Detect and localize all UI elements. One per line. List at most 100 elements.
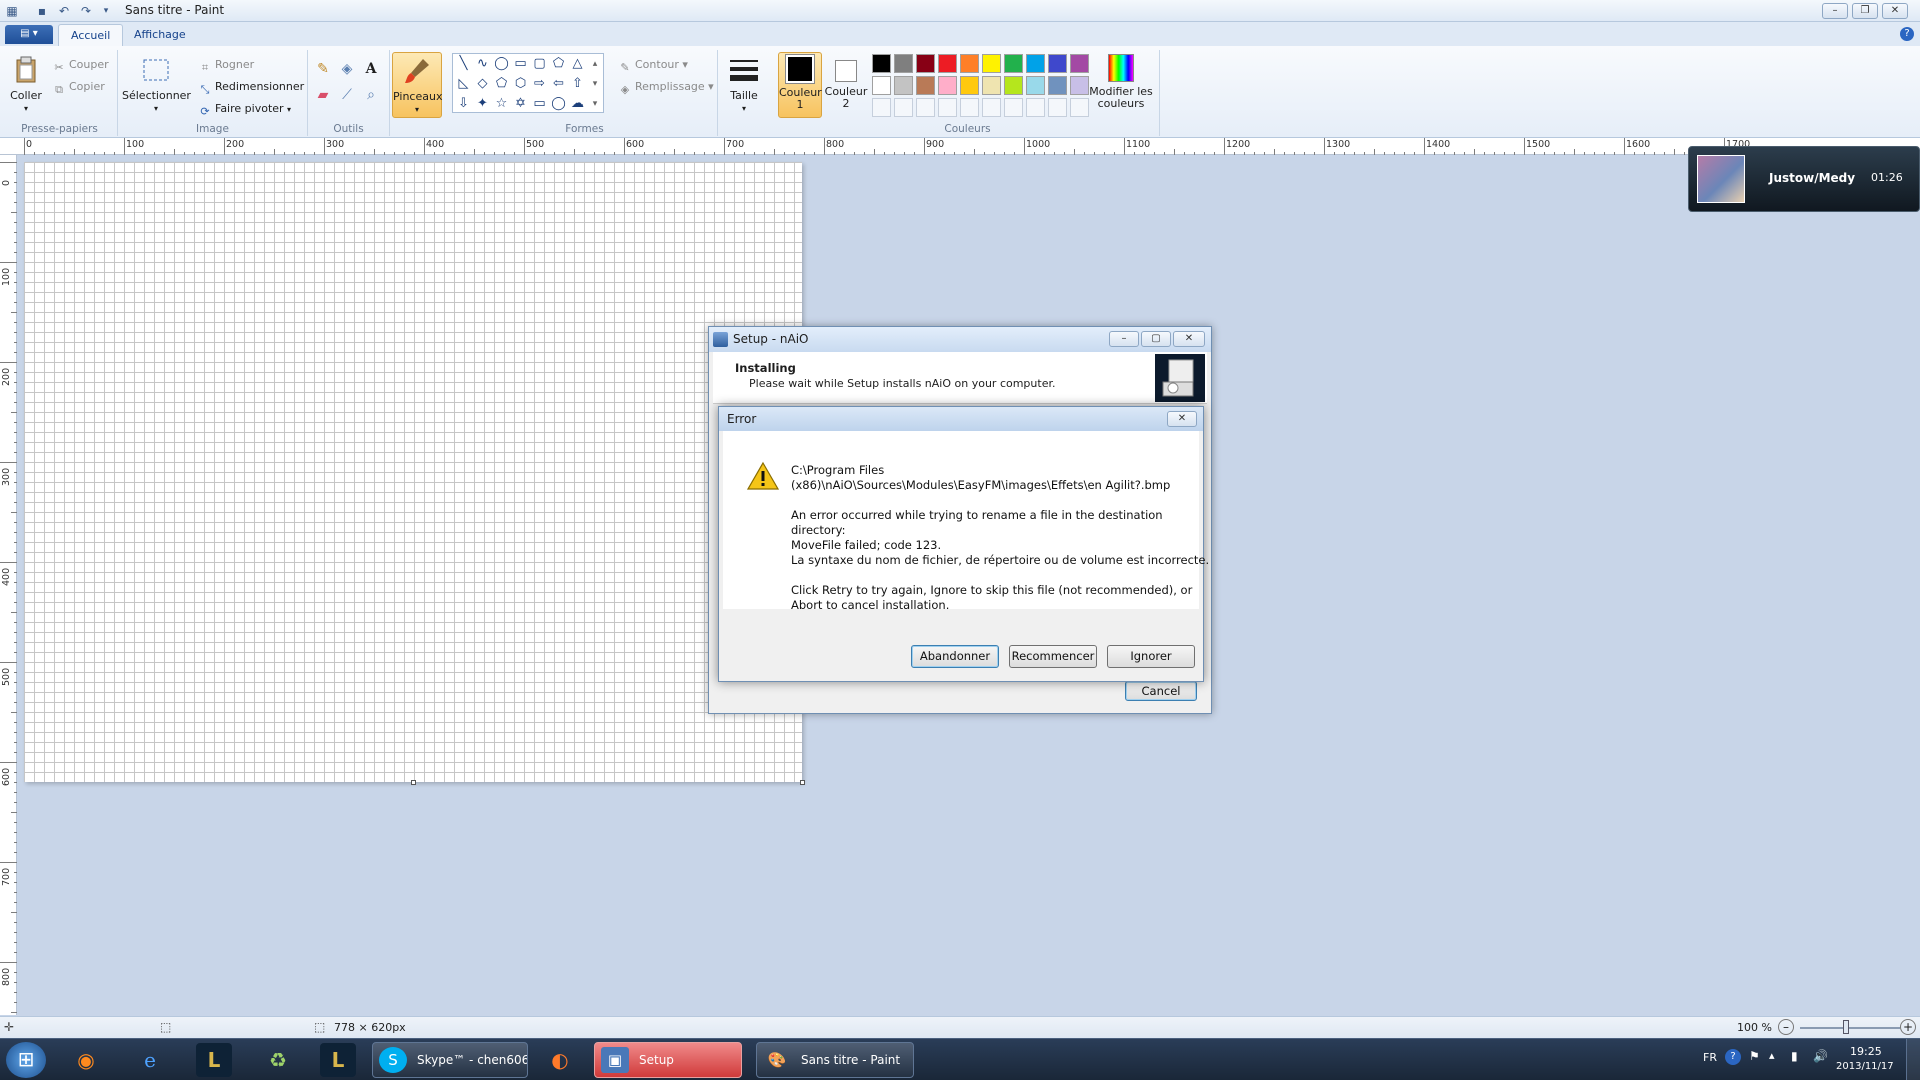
five-point-star-icon[interactable]: ☆ — [492, 94, 511, 114]
palette-color-swatch[interactable] — [894, 76, 913, 95]
palette-color-swatch[interactable] — [872, 54, 891, 73]
rounded-rectangle-shape-icon[interactable]: ▢ — [530, 54, 549, 74]
brushes-button[interactable]: Pinceaux ▾ — [392, 52, 442, 118]
custom-color-slot[interactable] — [1070, 98, 1089, 117]
pencil-icon[interactable]: ✎ — [312, 58, 334, 80]
zoom-in-button[interactable]: + — [1900, 1019, 1916, 1035]
custom-color-slot[interactable] — [872, 98, 891, 117]
oval-shape-icon[interactable]: ◯ — [492, 54, 511, 74]
clock-date[interactable]: 2013/11/17 — [1836, 1061, 1894, 1072]
palette-color-swatch[interactable] — [982, 54, 1001, 73]
outline-button[interactable]: ✎ Contour ▾ — [618, 58, 688, 75]
palette-color-swatch[interactable] — [938, 54, 957, 73]
help-icon[interactable]: ? — [1900, 27, 1914, 41]
palette-color-swatch[interactable] — [1004, 76, 1023, 95]
down-arrow-shape-icon[interactable]: ⇩ — [454, 94, 473, 114]
fill-bucket-icon[interactable]: ◈ — [336, 58, 358, 80]
tray-expand-icon[interactable]: ▴ — [1769, 1049, 1775, 1062]
palette-color-swatch[interactable] — [1070, 76, 1089, 95]
crop-button[interactable]: ⌗ Rogner — [198, 58, 254, 75]
redo-icon[interactable]: ↷ — [78, 3, 94, 19]
polygon-shape-icon[interactable]: ⬠ — [549, 54, 568, 74]
music-notification[interactable]: Justow/Medy 01:26 — [1688, 146, 1920, 212]
taskbar-skype[interactable]: S Skype™ - chen606... — [372, 1042, 528, 1078]
resize-handle-corner[interactable] — [800, 780, 805, 785]
league-client-icon[interactable]: L — [320, 1043, 356, 1077]
restore-button[interactable]: ❐ — [1852, 3, 1878, 19]
firefox-icon[interactable]: ◉ — [68, 1043, 104, 1077]
setup-cancel-button[interactable]: Cancel — [1125, 681, 1197, 701]
color1-button[interactable]: Couleur 1 — [778, 52, 822, 118]
minimize-button[interactable]: – — [1822, 3, 1848, 19]
quick-access-dropdown-icon[interactable]: ▾ — [98, 3, 114, 19]
internet-explorer-icon[interactable]: e — [132, 1043, 168, 1077]
abort-button[interactable]: Abandonner — [911, 645, 999, 668]
volume-icon[interactable]: 🔊 — [1813, 1049, 1828, 1063]
resize-handle-bottom[interactable] — [411, 780, 416, 785]
magnifier-icon[interactable]: ⌕ — [360, 84, 382, 106]
palette-color-swatch[interactable] — [1070, 54, 1089, 73]
fill-button[interactable]: ◈ Remplissage ▾ — [618, 80, 714, 97]
hexagon-shape-icon[interactable]: ⬡ — [511, 74, 530, 94]
palette-color-swatch[interactable] — [938, 76, 957, 95]
curve-shape-icon[interactable]: ∿ — [473, 54, 492, 74]
edit-colors-button[interactable]: Modifier les couleurs — [1088, 54, 1154, 110]
start-button[interactable]: ⊞ — [6, 1042, 46, 1078]
zoom-slider-thumb[interactable] — [1843, 1020, 1849, 1034]
retry-button[interactable]: Recommencer — [1009, 645, 1097, 668]
palette-color-swatch[interactable] — [894, 54, 913, 73]
select-button[interactable]: Sélectionner ▾ — [122, 54, 191, 115]
custom-color-slot[interactable] — [982, 98, 1001, 117]
setup-close-button[interactable]: ✕ — [1173, 331, 1205, 347]
shapes-scroll-up-icon[interactable]: ▴ — [587, 54, 603, 74]
palette-color-swatch[interactable] — [872, 76, 891, 95]
error-close-button[interactable]: ✕ — [1167, 411, 1197, 427]
shapes-scroll-down-icon[interactable]: ▾ — [587, 74, 603, 94]
tray-flag-icon[interactable]: ⚑ — [1749, 1049, 1760, 1063]
palette-color-swatch[interactable] — [1048, 76, 1067, 95]
league-launcher-icon[interactable]: L — [196, 1043, 232, 1077]
custom-color-slot[interactable] — [1048, 98, 1067, 117]
cut-button[interactable]: ✂ Couper — [52, 58, 108, 75]
recycle-utility-icon[interactable]: ♻ — [260, 1043, 296, 1077]
palette-color-swatch[interactable] — [960, 54, 979, 73]
right-triangle-shape-icon[interactable]: ◺ — [454, 74, 473, 94]
up-arrow-shape-icon[interactable]: ⇧ — [568, 74, 587, 94]
oval-callout-icon[interactable]: ◯ — [549, 94, 568, 114]
custom-color-slot[interactable] — [916, 98, 935, 117]
resize-button[interactable]: ⤡ Redimensionner — [198, 80, 305, 97]
network-icon[interactable]: ▮ — [1791, 1049, 1798, 1063]
diamond-shape-icon[interactable]: ◇ — [473, 74, 492, 94]
copy-button[interactable]: ⧉ Copier — [52, 80, 105, 97]
taskbar-paint[interactable]: 🎨 Sans titre - Paint — [756, 1042, 914, 1078]
palette-color-swatch[interactable] — [960, 76, 979, 95]
custom-color-slot[interactable] — [1026, 98, 1045, 117]
tab-accueil[interactable]: Accueil — [58, 24, 124, 46]
clock-time[interactable]: 19:25 — [1850, 1045, 1882, 1058]
text-icon[interactable]: A — [360, 58, 382, 80]
drawing-canvas[interactable] — [24, 162, 802, 782]
tab-affichage[interactable]: Affichage — [122, 24, 198, 46]
palette-color-swatch[interactable] — [1026, 76, 1045, 95]
ignore-button[interactable]: Ignorer — [1107, 645, 1195, 668]
zoom-slider-track[interactable] — [1800, 1027, 1900, 1029]
show-desktop-button[interactable] — [1906, 1039, 1920, 1080]
palette-color-swatch[interactable] — [916, 54, 935, 73]
custom-color-slot[interactable] — [894, 98, 913, 117]
palette-color-swatch[interactable] — [1004, 54, 1023, 73]
four-point-star-icon[interactable]: ✦ — [473, 94, 492, 114]
rounded-callout-icon[interactable]: ▭ — [530, 94, 549, 114]
undo-icon[interactable]: ↶ — [56, 3, 72, 19]
close-button[interactable]: ✕ — [1882, 3, 1908, 19]
rectangle-shape-icon[interactable]: ▭ — [511, 54, 530, 74]
pentagon-shape-icon[interactable]: ⬠ — [492, 74, 511, 94]
palette-color-swatch[interactable] — [916, 76, 935, 95]
file-menu-button[interactable]: ▤ ▾ — [5, 25, 53, 44]
triangle-shape-icon[interactable]: △ — [568, 54, 587, 74]
setup-minimize-button[interactable]: – — [1109, 331, 1139, 347]
color2-button[interactable]: Couleur 2 — [824, 54, 868, 110]
shapes-expand-icon[interactable]: ▾ — [587, 94, 603, 114]
setup-maximize-button[interactable]: ▢ — [1141, 331, 1171, 347]
left-arrow-shape-icon[interactable]: ⇦ — [549, 74, 568, 94]
custom-color-slot[interactable] — [1004, 98, 1023, 117]
